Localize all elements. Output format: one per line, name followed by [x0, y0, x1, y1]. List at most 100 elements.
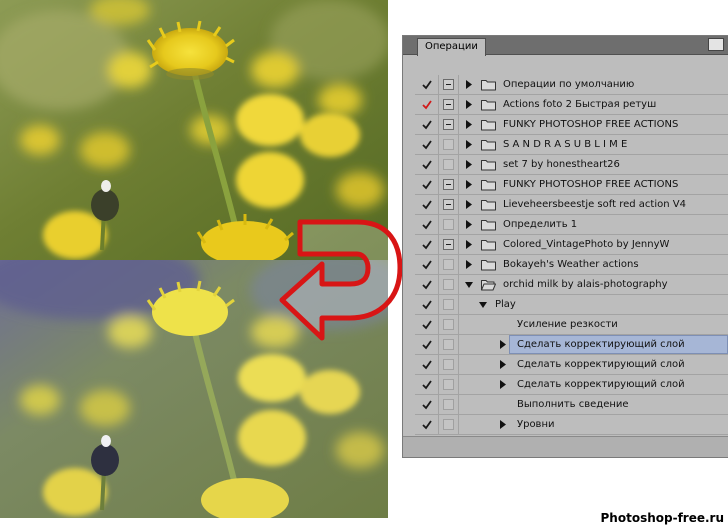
toggle-item-checkbox[interactable] [415, 155, 439, 174]
checkmark-icon [421, 339, 432, 349]
action-row[interactable]: Colored_VintagePhoto by JennyW [415, 235, 728, 255]
expand-right-triangle-icon[interactable] [465, 180, 473, 189]
dialog-toggle-icon [443, 279, 454, 290]
checkmark-icon [421, 99, 432, 109]
toggle-item-checkbox[interactable] [415, 355, 439, 374]
action-row[interactable]: Уровни [415, 415, 728, 435]
toggle-dialog-button[interactable] [439, 375, 459, 394]
actions-list: Операции по умолчанию Actions foto 2 Быст… [415, 75, 728, 435]
toggle-item-checkbox[interactable] [415, 335, 439, 354]
folder-icon [481, 140, 496, 151]
checkmark-icon [421, 119, 432, 129]
toggle-dialog-button[interactable] [439, 195, 459, 214]
dialog-toggle-icon [443, 139, 454, 150]
toggle-dialog-button[interactable] [439, 115, 459, 134]
toggle-item-checkbox[interactable] [415, 395, 439, 414]
dialog-toggle-icon [443, 179, 454, 190]
expand-right-triangle-icon[interactable] [499, 420, 507, 429]
toggle-dialog-button[interactable] [439, 135, 459, 154]
folder-icon [481, 120, 496, 131]
toggle-dialog-button[interactable] [439, 95, 459, 114]
expand-right-triangle-icon[interactable] [465, 240, 473, 249]
action-label: Сделать корректирующий слой [517, 359, 685, 370]
expand-right-triangle-icon[interactable] [465, 80, 473, 89]
tab-actions[interactable]: Операции [417, 38, 486, 56]
toggle-item-checkbox[interactable] [415, 415, 439, 434]
action-row[interactable]: Усиление резкости [415, 315, 728, 335]
action-row[interactable]: orchid milk by alais-photography [415, 275, 728, 295]
expand-right-triangle-icon[interactable] [465, 100, 473, 109]
toggle-dialog-button[interactable] [439, 215, 459, 234]
checkmark-icon [421, 199, 432, 209]
action-row[interactable]: Выполнить сведение [415, 395, 728, 415]
toggle-item-checkbox[interactable] [415, 215, 439, 234]
expand-right-triangle-icon[interactable] [465, 120, 473, 129]
toggle-dialog-button[interactable] [439, 415, 459, 434]
toggle-dialog-button[interactable] [439, 335, 459, 354]
action-row[interactable]: Actions foto 2 Быстрая ретуш [415, 95, 728, 115]
toggle-dialog-button[interactable] [439, 295, 459, 314]
dialog-toggle-icon [443, 339, 454, 350]
toggle-dialog-button[interactable] [439, 275, 459, 294]
expand-right-triangle-icon[interactable] [499, 360, 507, 369]
expand-right-triangle-icon[interactable] [465, 200, 473, 209]
expand-down-triangle-icon[interactable] [479, 300, 487, 309]
expand-right-triangle-icon[interactable] [465, 260, 473, 269]
action-row[interactable]: Bokayeh's Weather actions [415, 255, 728, 275]
expand-down-triangle-icon[interactable] [465, 280, 473, 289]
action-row[interactable]: Lieveheersbeestje soft red action V4 [415, 195, 728, 215]
toggle-dialog-button[interactable] [439, 355, 459, 374]
action-row[interactable]: Сделать корректирующий слой [415, 375, 728, 395]
toggle-item-checkbox[interactable] [415, 375, 439, 394]
checkmark-icon [421, 379, 432, 389]
checkmark-icon [421, 179, 432, 189]
toggle-dialog-button[interactable] [439, 255, 459, 274]
toggle-dialog-button[interactable] [439, 235, 459, 254]
action-label: Усиление резкости [517, 319, 618, 330]
action-row[interactable]: set 7 by honestheart26 [415, 155, 728, 175]
toggle-dialog-button[interactable] [439, 315, 459, 334]
toggle-item-checkbox[interactable] [415, 255, 439, 274]
action-row[interactable]: Определить 1 [415, 215, 728, 235]
dialog-toggle-icon [443, 199, 454, 210]
toggle-item-checkbox[interactable] [415, 135, 439, 154]
toggle-item-checkbox[interactable] [415, 315, 439, 334]
dialog-toggle-icon [443, 319, 454, 330]
expand-right-triangle-icon[interactable] [499, 340, 507, 349]
action-row[interactable]: S A N D R A S U B L I M E [415, 135, 728, 155]
checkmark-icon [421, 139, 432, 149]
dialog-toggle-icon [443, 299, 454, 310]
toggle-dialog-button[interactable] [439, 395, 459, 414]
action-row[interactable]: Операции по умолчанию [415, 75, 728, 95]
expand-right-triangle-icon[interactable] [465, 160, 473, 169]
action-label: FUNKY PHOTOSHOP FREE ACTIONS [503, 119, 679, 130]
expand-right-triangle-icon[interactable] [465, 140, 473, 149]
dialog-toggle-icon [443, 79, 454, 90]
toggle-dialog-button[interactable] [439, 175, 459, 194]
expand-right-triangle-icon[interactable] [465, 220, 473, 229]
toggle-dialog-button[interactable] [439, 75, 459, 94]
dialog-toggle-icon [443, 99, 454, 110]
toggle-item-checkbox[interactable] [415, 235, 439, 254]
toggle-dialog-button[interactable] [439, 155, 459, 174]
checkmark-icon [421, 359, 432, 369]
toggle-item-checkbox[interactable] [415, 95, 439, 114]
checkmark-icon [421, 319, 432, 329]
toggle-item-checkbox[interactable] [415, 175, 439, 194]
panel-menu-button[interactable] [708, 38, 724, 51]
action-row[interactable]: Сделать корректирующий слой [415, 355, 728, 375]
action-row[interactable]: FUNKY PHOTOSHOP FREE ACTIONS [415, 175, 728, 195]
action-label: Play [495, 299, 516, 310]
toggle-item-checkbox[interactable] [415, 195, 439, 214]
dialog-toggle-icon [443, 259, 454, 270]
expand-right-triangle-icon[interactable] [499, 380, 507, 389]
action-row[interactable]: Play [415, 295, 728, 315]
action-row[interactable]: FUNKY PHOTOSHOP FREE ACTIONS [415, 115, 728, 135]
toggle-item-checkbox[interactable] [415, 295, 439, 314]
toggle-item-checkbox[interactable] [415, 115, 439, 134]
dialog-toggle-icon [443, 399, 454, 410]
toggle-item-checkbox[interactable] [415, 75, 439, 94]
action-label: Bokayeh's Weather actions [503, 259, 639, 270]
action-row[interactable]: Сделать корректирующий слой [415, 335, 728, 355]
toggle-item-checkbox[interactable] [415, 275, 439, 294]
